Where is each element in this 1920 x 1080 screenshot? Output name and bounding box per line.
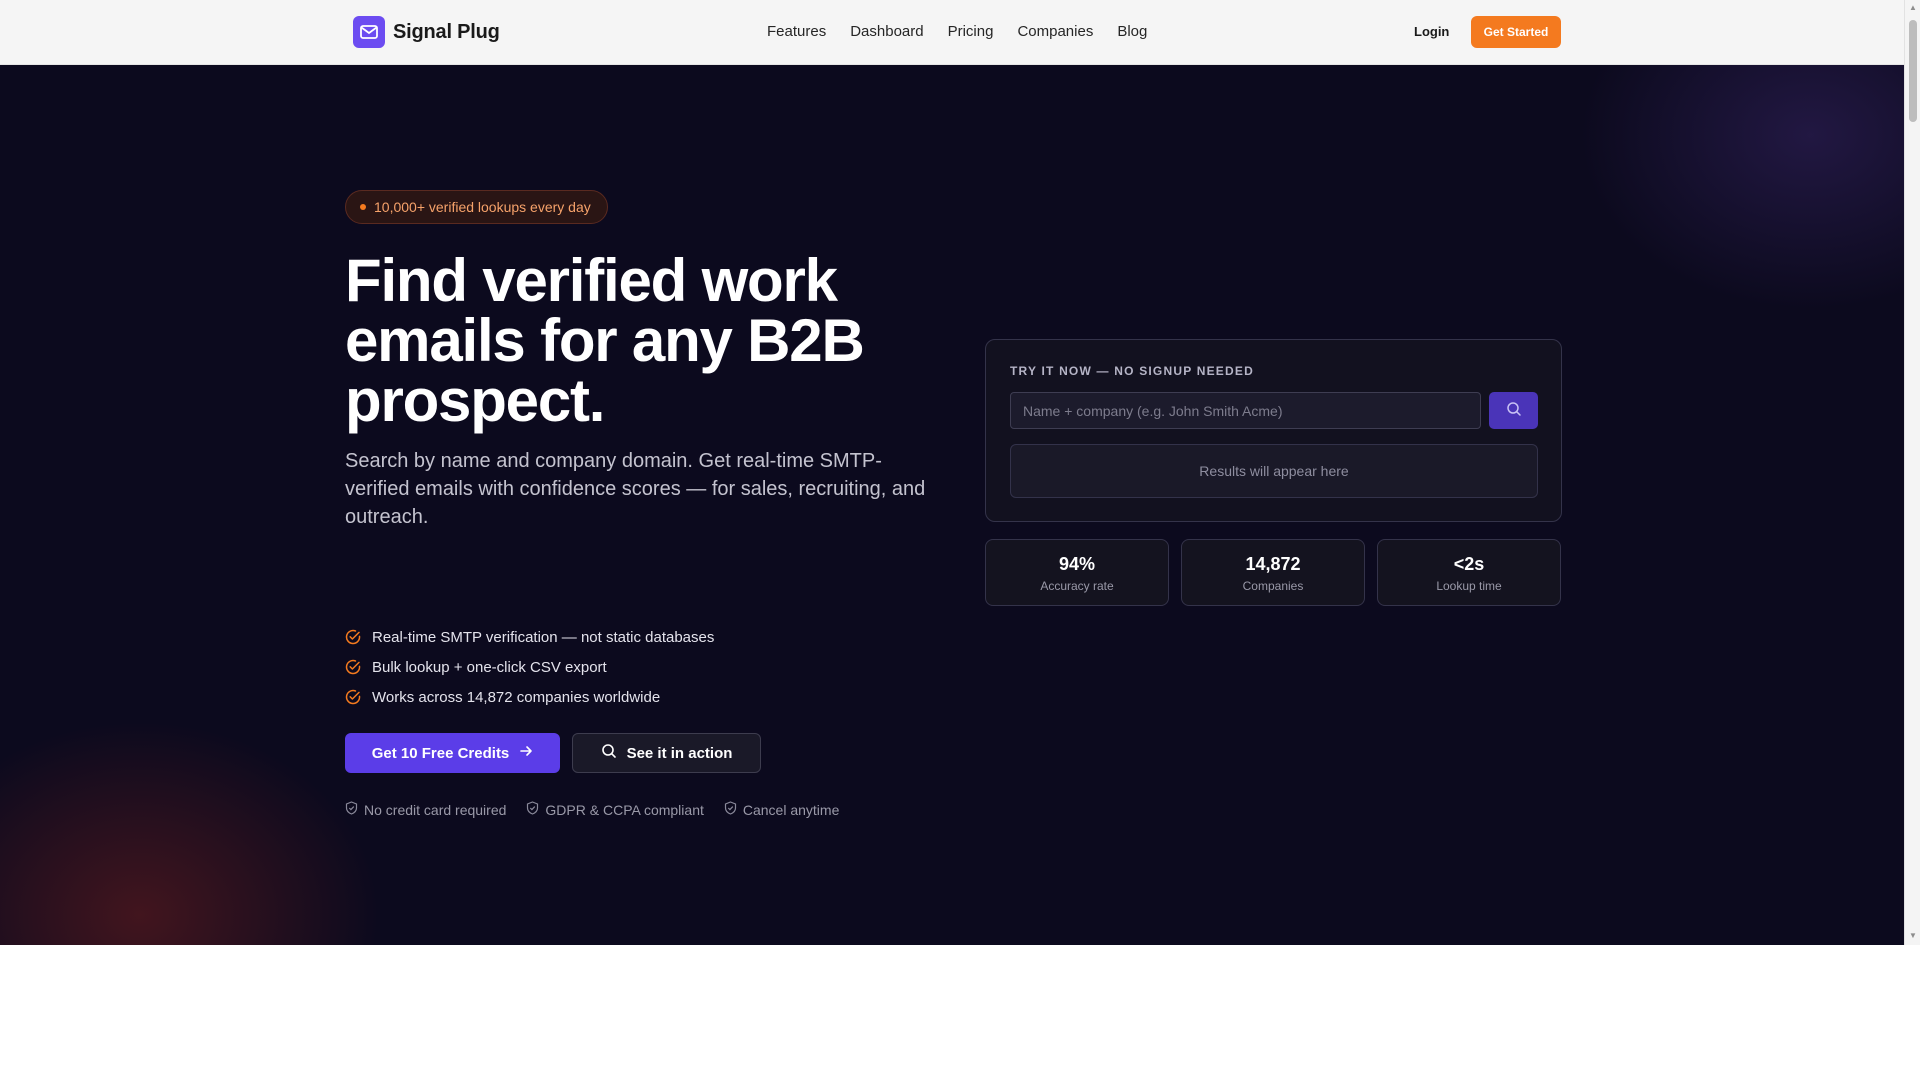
scroll-down-icon[interactable]: ▼: [1909, 932, 1917, 940]
nav-link-blog[interactable]: Blog: [1117, 23, 1147, 40]
shield-icon: [526, 801, 539, 818]
hero-headline: Find verified work emails for any B2B pr…: [345, 247, 865, 434]
nav-links: Features Dashboard Pricing Companies Blo…: [767, 23, 1147, 40]
prospect-search-button[interactable]: [1489, 392, 1538, 429]
stat-value: 94%: [1058, 554, 1096, 574]
see-in-action-button[interactable]: See it in action: [572, 733, 761, 773]
top-navbar: Signal Plug Features Dashboard Pricing C…: [0, 0, 1904, 65]
brand[interactable]: Signal Plug: [353, 16, 500, 48]
check-circle-icon: [345, 689, 361, 705]
page-scrollbar[interactable]: ▲ ▼: [1904, 0, 1920, 945]
see-in-action-label: See it in action: [626, 744, 733, 762]
hero-glow-left: [0, 705, 400, 945]
stat-value: <2s: [1453, 554, 1485, 574]
get-free-credits-label: Get 10 Free Credits: [371, 744, 510, 762]
stat-accuracy: 94% Accuracy rate: [985, 539, 1169, 606]
shield-icon: [724, 801, 737, 818]
nav-link-pricing[interactable]: Pricing: [948, 23, 994, 40]
stat-label: Lookup time: [1436, 579, 1502, 593]
trust-item: GDPR & CCPA compliant: [526, 801, 704, 818]
scroll-thumb[interactable]: [1909, 20, 1917, 122]
get-free-credits-button[interactable]: Get 10 Free Credits: [345, 733, 560, 773]
feature-text: Bulk lookup + one-click CSV export: [372, 658, 607, 676]
results-panel: Results will appear here: [1010, 444, 1538, 498]
nav-link-features[interactable]: Features: [767, 23, 826, 40]
feature-list: Real-time SMTP verification — not static…: [345, 622, 714, 712]
shield-icon: [345, 801, 358, 818]
badge-dot: [360, 204, 366, 210]
stat-companies: 14,872 Companies: [1181, 539, 1365, 606]
trust-item: Cancel anytime: [724, 801, 840, 818]
stat-value: 14,872: [1245, 554, 1301, 574]
lookups-badge: 10,000+ verified lookups every day: [345, 190, 608, 224]
search-icon: [1506, 401, 1522, 420]
hero-section: 10,000+ verified lookups every day Find …: [0, 65, 1904, 945]
trust-text: Cancel anytime: [742, 801, 840, 818]
feature-text: Works across 14,872 companies worldwide: [372, 688, 661, 706]
hero-subhead: Search by name and company domain. Get r…: [345, 450, 926, 528]
trust-text: GDPR & CCPA compliant: [545, 801, 704, 818]
brand-name: Signal Plug: [393, 20, 500, 43]
trust-item: No credit card required: [345, 801, 506, 818]
feature-item: Works across 14,872 companies worldwide: [345, 682, 714, 712]
stat-lookup-time: <2s Lookup time: [1377, 539, 1561, 606]
feature-item: Real-time SMTP verification — not static…: [345, 622, 714, 652]
login-link[interactable]: Login: [1414, 24, 1449, 39]
prospect-search-input[interactable]: [1010, 392, 1481, 429]
scroll-up-icon[interactable]: ▲: [1909, 4, 1917, 12]
feature-item: Bulk lookup + one-click CSV export: [345, 652, 714, 682]
trust-text: No credit card required: [364, 801, 507, 818]
get-started-button[interactable]: Get Started: [1471, 16, 1561, 48]
nav-link-dashboard[interactable]: Dashboard: [850, 23, 923, 40]
try-it-card: TRY IT NOW — NO SIGNUP NEEDED Results wi…: [985, 339, 1562, 522]
stat-label: Companies: [1242, 579, 1304, 593]
badge-text: 10,000+ verified lookups every day: [374, 199, 591, 215]
mail-icon: [353, 16, 385, 48]
arrow-right-icon: [519, 744, 533, 762]
stat-label: Accuracy rate: [1040, 579, 1114, 593]
check-circle-icon: [345, 659, 361, 675]
trust-row: No credit card required GDPR & CCPA comp…: [345, 801, 839, 818]
hero-glow-right: [1560, 65, 1904, 325]
try-it-label: TRY IT NOW — NO SIGNUP NEEDED: [1010, 364, 1254, 378]
search-icon: [601, 743, 617, 763]
check-circle-icon: [345, 629, 361, 645]
feature-text: Real-time SMTP verification — not static…: [372, 628, 715, 646]
nav-link-companies[interactable]: Companies: [1017, 23, 1093, 40]
